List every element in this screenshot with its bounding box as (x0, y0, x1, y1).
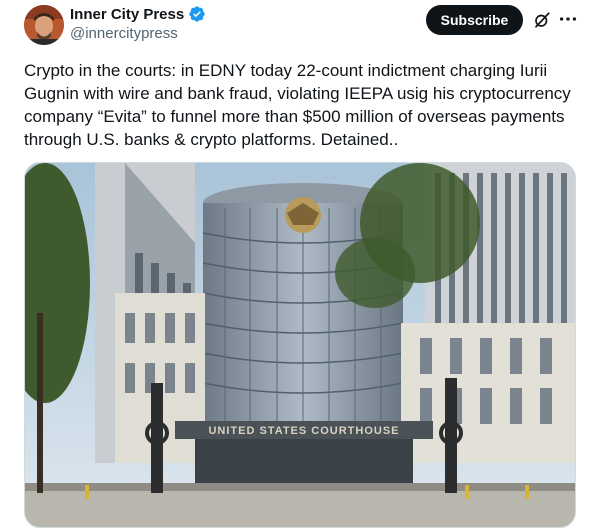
more-icon[interactable] (557, 8, 579, 30)
post-media[interactable]: UNITED STATES COURTHOUSE (24, 162, 576, 528)
grok-icon[interactable] (533, 11, 551, 29)
courthouse-sign: UNITED STATES COURTHOUSE (208, 425, 399, 437)
subscribe-button[interactable]: Subscribe (426, 5, 523, 35)
author-name-row: Inner City Press (70, 5, 206, 23)
author-name[interactable]: Inner City Press (70, 6, 184, 23)
courthouse-photo: UNITED STATES COURTHOUSE (25, 163, 575, 527)
verified-badge-icon (189, 6, 205, 22)
tweet-card: Inner City Press @innercitypress Subscri… (0, 0, 600, 531)
post-text: Crypto in the courts: in EDNY today 22-c… (24, 61, 571, 149)
avatar[interactable] (24, 5, 64, 45)
author-handle[interactable]: @innercitypress (70, 25, 178, 42)
